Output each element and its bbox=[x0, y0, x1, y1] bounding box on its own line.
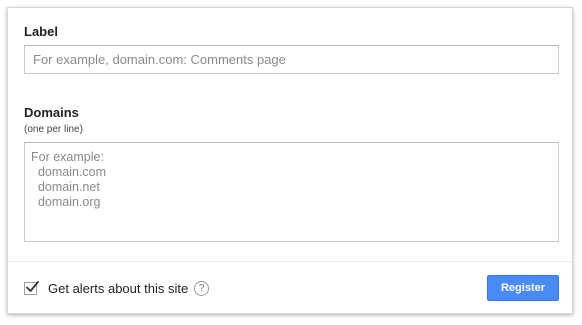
register-button[interactable]: Register bbox=[487, 275, 559, 301]
label-input[interactable] bbox=[24, 45, 559, 74]
domains-field-title: Domains bbox=[24, 105, 79, 120]
alerts-checkbox[interactable] bbox=[24, 280, 39, 295]
domains-hint: (one per line) bbox=[24, 124, 83, 135]
question-mark-icon[interactable]: ? bbox=[194, 280, 210, 296]
footer-divider bbox=[8, 261, 572, 262]
label-field-title: Label bbox=[24, 24, 58, 39]
domains-textarea[interactable] bbox=[24, 142, 559, 242]
checkmark-icon bbox=[26, 280, 39, 292]
alerts-row: Get alerts about this site ? bbox=[24, 278, 210, 298]
register-site-card: Label Domains (one per line) Get alerts … bbox=[7, 7, 573, 314]
alerts-checkbox-label[interactable]: Get alerts about this site bbox=[48, 281, 188, 296]
